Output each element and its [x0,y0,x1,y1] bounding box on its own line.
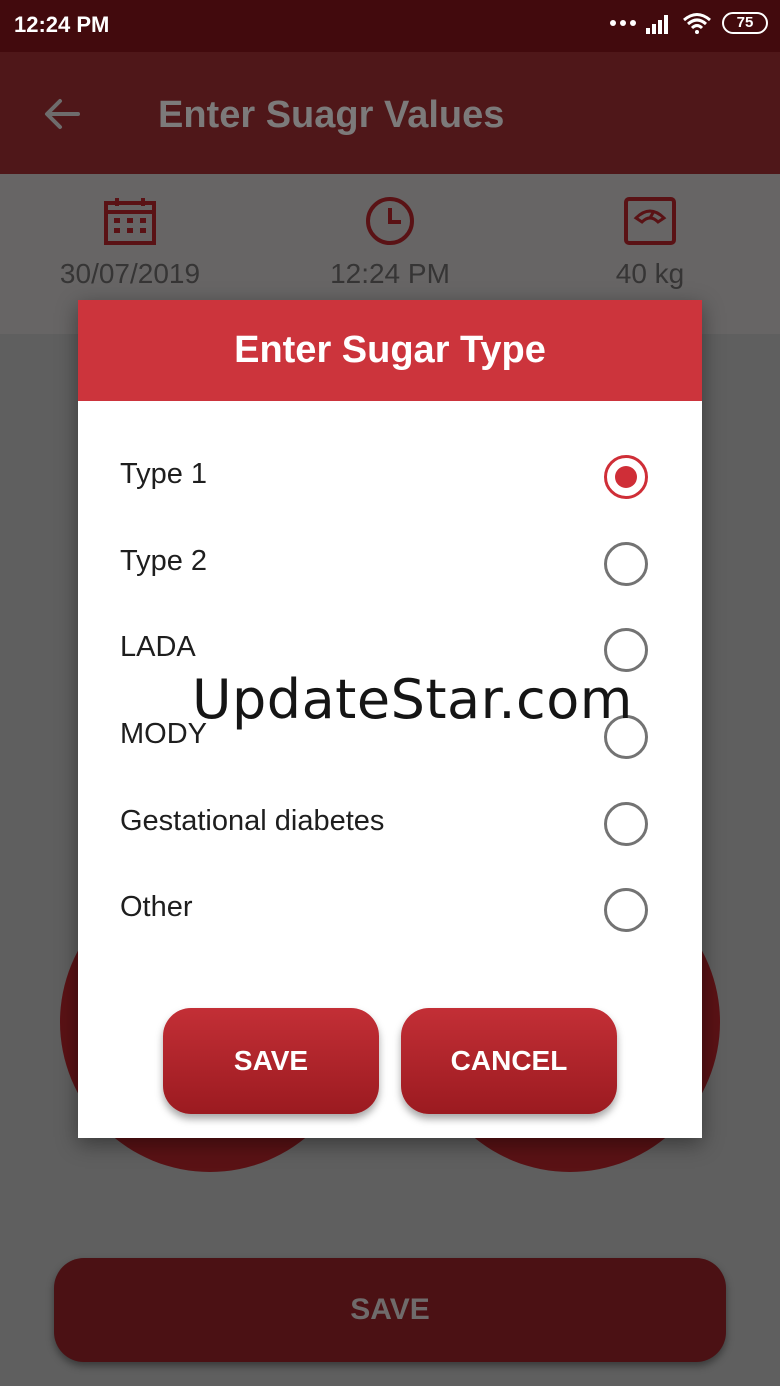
option-label: LADA [120,631,196,663]
wifi-icon [683,13,711,34]
dialog-title: Enter Sugar Type [78,300,702,401]
battery-icon: 75 [722,12,768,34]
weight-picker[interactable]: 40 kg [530,196,770,290]
radio-button[interactable] [604,802,648,846]
option-gestational[interactable]: Gestational diabetes [78,781,702,867]
option-label: Other [120,891,193,923]
calendar-icon [104,198,156,245]
signal-icon [646,15,668,34]
watermark: UpdateStar.com [192,668,633,731]
app-bar: Enter Suagr Values [0,52,780,174]
status-time: 12:24 PM [14,12,110,37]
time-value: 12:24 PM [330,258,450,289]
option-type-1[interactable]: Type 1 [78,434,702,520]
more-dots-icon [610,20,636,26]
radio-button[interactable] [604,888,648,932]
status-bar: 12:24 PM 75 [0,0,780,52]
save-button[interactable]: SAVE [163,1008,379,1114]
option-other[interactable]: Other [78,867,702,953]
option-type-2[interactable]: Type 2 [78,521,702,607]
option-label: Type 1 [120,458,208,490]
option-label: Type 2 [120,545,208,577]
option-label: Gestational diabetes [120,805,385,837]
back-arrow-icon[interactable] [40,92,84,136]
scale-icon [624,197,676,245]
radio-button[interactable] [604,542,648,586]
bottom-save-button[interactable]: SAVE [54,1258,726,1362]
radio-button[interactable] [604,455,648,499]
clock-icon [366,197,414,245]
weight-value: 40 kg [615,258,685,289]
page-title: Enter Suagr Values [158,94,505,136]
time-picker[interactable]: 12:24 PM [270,196,510,290]
date-picker[interactable]: 30/07/2019 [10,196,250,290]
cancel-button[interactable]: CANCEL [401,1008,617,1114]
date-value: 30/07/2019 [59,258,201,289]
radio-button[interactable] [604,628,648,672]
status-icons: 75 [610,12,768,34]
